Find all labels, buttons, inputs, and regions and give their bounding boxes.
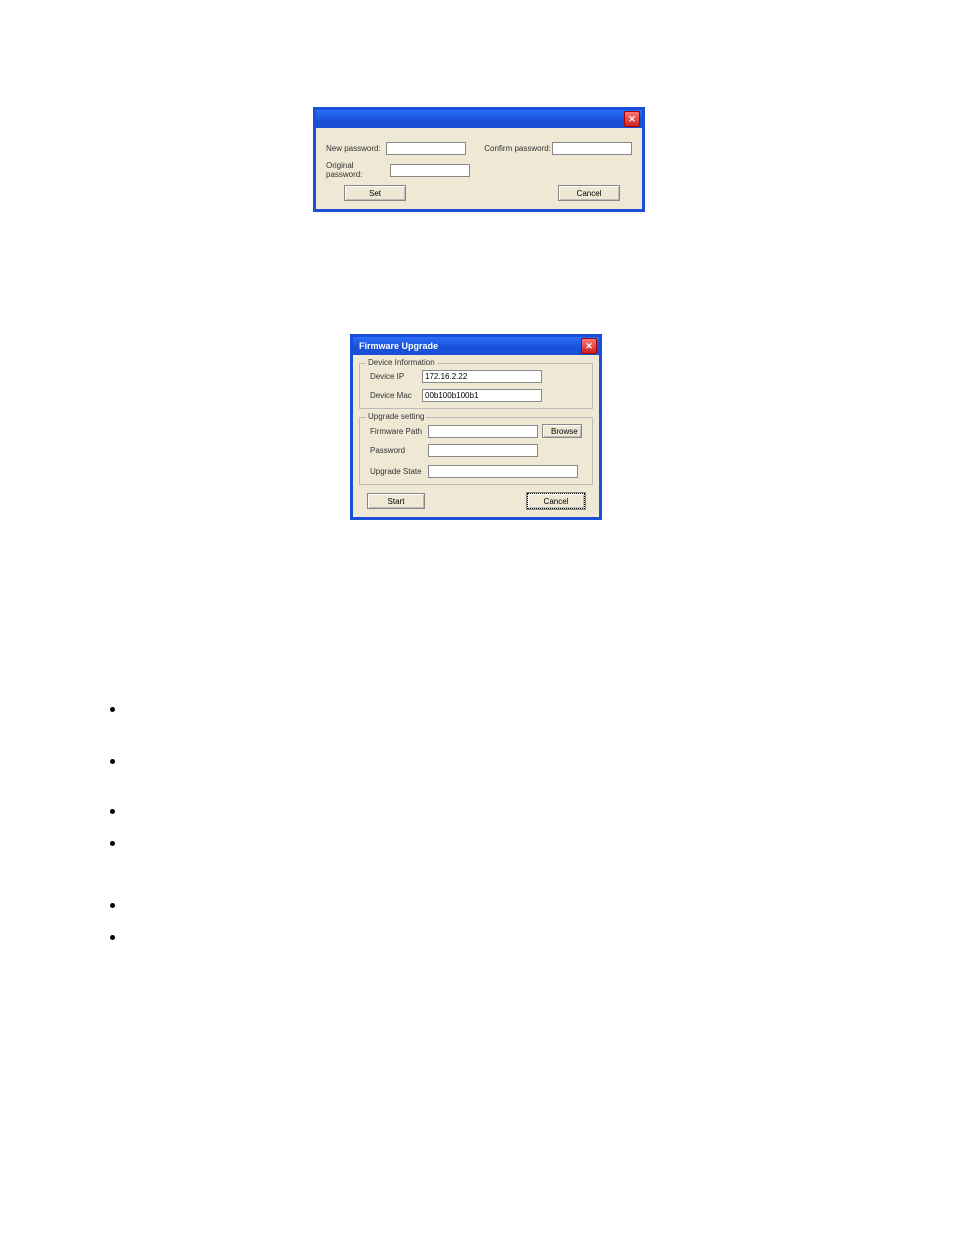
upgrade-setting-fieldset: Upgrade setting Firmware Path Browse Pas… (359, 417, 593, 485)
firmware-path-label: Firmware Path (370, 427, 428, 436)
upgrade-state-label: Upgrade State (370, 467, 428, 476)
firmware-upgrade-window: Firmware Upgrade ✕ Device Information De… (350, 334, 602, 520)
row-device-ip: Device IP (370, 370, 586, 383)
row-password: Password (370, 444, 586, 457)
set-button[interactable]: Set (344, 185, 406, 201)
cancel-button[interactable]: Cancel (527, 493, 585, 509)
firmware-content: Device Information Device IP Device Mac … (353, 355, 599, 517)
close-icon[interactable]: ✕ (581, 338, 597, 354)
password-dialog-titlebar: ✕ (316, 110, 642, 128)
device-mac-field[interactable] (422, 389, 542, 402)
bullet-list (110, 703, 128, 945)
row-upgrade-state: Upgrade State (370, 465, 586, 478)
firmware-path-field[interactable] (428, 425, 538, 438)
device-info-legend: Device Information (366, 358, 437, 367)
confirm-password-label: Confirm password: (484, 144, 552, 153)
password-dialog-content: New password: Confirm password: Original… (316, 128, 642, 209)
start-button[interactable]: Start (367, 493, 425, 509)
device-ip-label: Device IP (370, 372, 422, 381)
row-new-password: New password: Confirm password: (326, 142, 632, 155)
password-field[interactable] (428, 444, 538, 457)
bullet-item (110, 805, 128, 819)
confirm-password-field[interactable] (552, 142, 632, 155)
bullet-item (110, 837, 128, 851)
password-dialog-window: ✕ New password: Confirm password: Origin… (313, 107, 645, 212)
bullet-item (110, 755, 128, 769)
bullet-item (110, 899, 128, 913)
password-dialog-button-row: Set Cancel (326, 185, 632, 201)
firmware-title: Firmware Upgrade (355, 341, 438, 351)
device-ip-field[interactable] (422, 370, 542, 383)
bullet-item (110, 931, 128, 945)
original-password-label: Original password: (326, 161, 390, 179)
browse-button[interactable]: Browse (542, 424, 582, 438)
row-firmware-path: Firmware Path Browse (370, 424, 586, 438)
upgrade-state-field[interactable] (428, 465, 578, 478)
bullet-item (110, 703, 128, 717)
close-icon[interactable]: ✕ (624, 111, 640, 127)
original-password-field[interactable] (390, 164, 470, 177)
device-mac-label: Device Mac (370, 391, 422, 400)
row-device-mac: Device Mac (370, 389, 586, 402)
page-root: ✕ New password: Confirm password: Origin… (0, 0, 954, 1235)
upgrade-setting-legend: Upgrade setting (366, 412, 426, 421)
cancel-button[interactable]: Cancel (558, 185, 620, 201)
firmware-titlebar: Firmware Upgrade ✕ (353, 337, 599, 355)
new-password-field[interactable] (386, 142, 466, 155)
new-password-label: New password: (326, 144, 386, 153)
row-original-password: Original password: (326, 161, 632, 179)
password-label: Password (370, 446, 428, 455)
firmware-button-row: Start Cancel (367, 493, 585, 509)
device-info-fieldset: Device Information Device IP Device Mac (359, 363, 593, 409)
